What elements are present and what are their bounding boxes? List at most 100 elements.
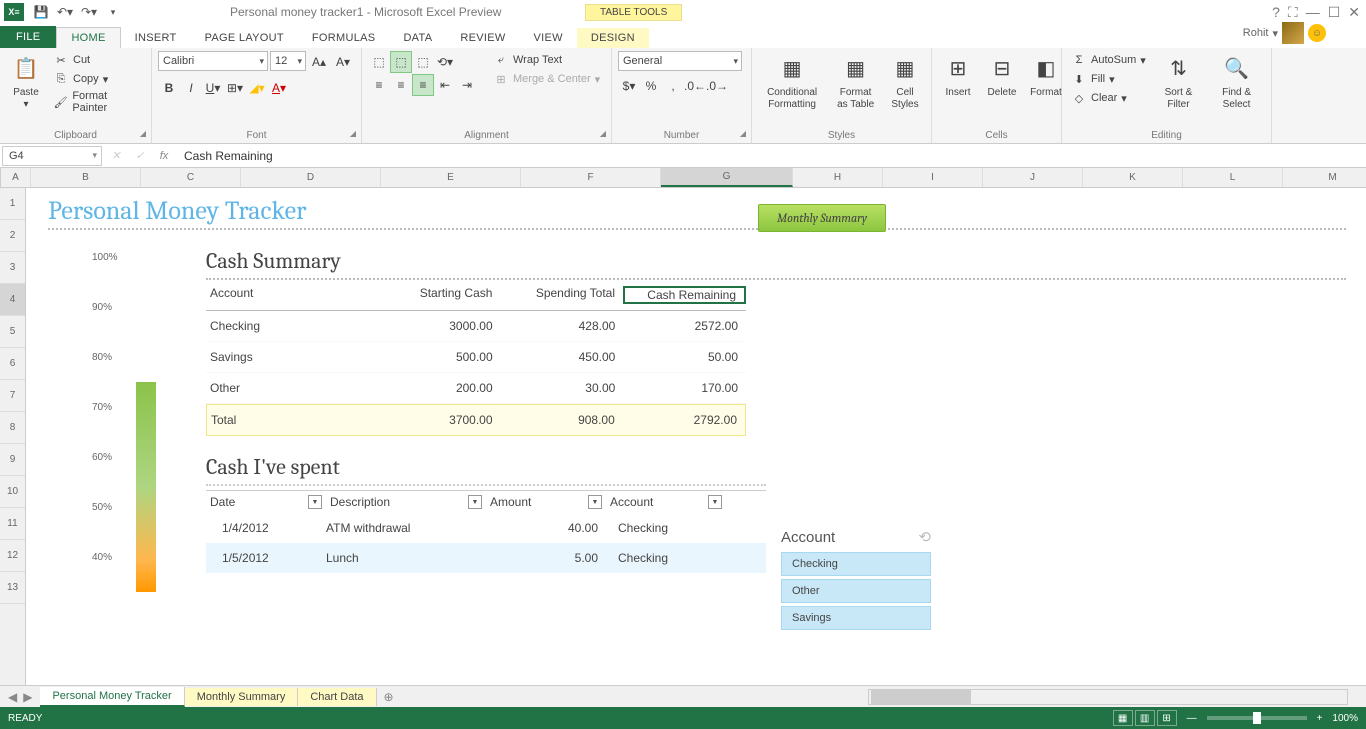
zoom-level[interactable]: 100%	[1332, 713, 1358, 724]
clear-filter-icon[interactable]: ⟲	[918, 528, 931, 546]
increase-decimal-button[interactable]: .0←	[684, 75, 706, 97]
tab-formulas[interactable]: FORMULAS	[298, 28, 390, 48]
fill-color-button[interactable]: ◢▾	[246, 77, 268, 99]
decrease-font-button[interactable]: A▾	[332, 51, 354, 73]
undo-button[interactable]: ↶▾	[54, 1, 76, 23]
align-bottom-button[interactable]: ⬚	[412, 51, 434, 73]
column-header-C[interactable]: C	[141, 168, 241, 187]
close-icon[interactable]: ✕	[1348, 4, 1360, 21]
row-header-11[interactable]: 11	[0, 508, 25, 540]
border-button[interactable]: ⊞▾	[224, 77, 246, 99]
clipboard-dialog-launcher[interactable]: ◢	[137, 129, 149, 141]
filter-button[interactable]: ▼	[468, 495, 482, 509]
delete-cells-button[interactable]: ⊟Delete	[982, 51, 1022, 101]
cell-styles-button[interactable]: ▦Cell Styles	[885, 51, 925, 113]
tab-home[interactable]: HOME	[56, 27, 120, 48]
column-header-K[interactable]: K	[1083, 168, 1183, 187]
fill-button[interactable]: ⬇Fill ▾	[1068, 70, 1149, 88]
increase-font-button[interactable]: A▴	[308, 51, 330, 73]
filter-button[interactable]: ▼	[708, 495, 722, 509]
row-header-13[interactable]: 13	[0, 572, 25, 604]
row-header-3[interactable]: 3	[0, 252, 25, 284]
row-header-8[interactable]: 8	[0, 412, 25, 444]
row-header-1[interactable]: 1	[0, 188, 25, 220]
font-size-combo[interactable]: 12	[270, 51, 306, 71]
user-account[interactable]: Rohit ▾ ☺	[1243, 22, 1326, 44]
insert-cells-button[interactable]: ⊞Insert	[938, 51, 978, 101]
monthly-summary-button[interactable]: Monthly Summary	[758, 204, 886, 232]
scrollbar-thumb[interactable]	[871, 690, 971, 704]
table-row[interactable]: Checking3000.00428.002572.00	[206, 311, 746, 342]
next-sheet-icon[interactable]: ▶	[23, 690, 32, 704]
sheet-tab-monthly-summary[interactable]: Monthly Summary	[185, 688, 299, 706]
sheet-tab-personal-money-tracker[interactable]: Personal Money Tracker	[40, 687, 184, 707]
normal-view-button[interactable]: ▦	[1113, 710, 1133, 726]
column-header-D[interactable]: D	[241, 168, 381, 187]
tab-review[interactable]: REVIEW	[446, 28, 519, 48]
italic-button[interactable]: I	[180, 77, 202, 99]
font-family-combo[interactable]: Calibri	[158, 51, 268, 71]
prev-sheet-icon[interactable]: ◀	[8, 690, 17, 704]
minimize-icon[interactable]: —	[1306, 4, 1320, 20]
zoom-slider[interactable]	[1207, 716, 1307, 720]
zoom-thumb[interactable]	[1253, 712, 1261, 724]
slicer-item-checking[interactable]: Checking	[781, 552, 931, 576]
horizontal-scrollbar[interactable]	[868, 689, 1348, 705]
row-header-10[interactable]: 10	[0, 476, 25, 508]
table-row[interactable]: Savings500.00450.0050.00	[206, 342, 746, 373]
increase-indent-button[interactable]: ⇥	[456, 74, 478, 96]
filter-button[interactable]: ▼	[308, 495, 322, 509]
cancel-formula-icon[interactable]: ✕	[104, 149, 128, 162]
help-icon[interactable]: ?	[1272, 4, 1280, 20]
fx-icon[interactable]: fx	[152, 150, 176, 162]
slicer-item-savings[interactable]: Savings	[781, 606, 931, 630]
font-dialog-launcher[interactable]: ◢	[347, 129, 359, 141]
column-header-M[interactable]: M	[1283, 168, 1366, 187]
table-row[interactable]: 1/4/2012ATM withdrawal40.00Checking	[206, 513, 766, 543]
tab-data[interactable]: DATA	[389, 28, 446, 48]
alignment-dialog-launcher[interactable]: ◢	[597, 129, 609, 141]
row-header-12[interactable]: 12	[0, 540, 25, 572]
number-dialog-launcher[interactable]: ◢	[737, 129, 749, 141]
sheet-nav[interactable]: ◀▶	[0, 690, 40, 704]
row-header-5[interactable]: 5	[0, 316, 25, 348]
tab-design[interactable]: DESIGN	[577, 28, 649, 48]
orientation-button[interactable]: ⟲▾	[434, 51, 456, 73]
column-header-G[interactable]: G	[661, 168, 793, 187]
sheet-tab-chart-data[interactable]: Chart Data	[298, 688, 376, 706]
decrease-indent-button[interactable]: ⇤	[434, 74, 456, 96]
align-right-button[interactable]: ≡	[412, 74, 434, 96]
filter-button[interactable]: ▼	[588, 495, 602, 509]
column-header-J[interactable]: J	[983, 168, 1083, 187]
align-left-button[interactable]: ≡	[368, 74, 390, 96]
row-header-9[interactable]: 9	[0, 444, 25, 476]
sort-filter-button[interactable]: ⇅Sort & Filter	[1153, 51, 1204, 113]
ribbon-options-icon[interactable]: ⛶	[1288, 4, 1298, 21]
add-sheet-button[interactable]: ⊕	[377, 690, 401, 704]
row-header-2[interactable]: 2	[0, 220, 25, 252]
align-center-button[interactable]: ≡	[390, 74, 412, 96]
row-header-7[interactable]: 7	[0, 380, 25, 412]
redo-button[interactable]: ↷▾	[78, 1, 100, 23]
page-layout-view-button[interactable]: ▥	[1135, 710, 1155, 726]
font-color-button[interactable]: A▾	[268, 77, 290, 99]
name-box[interactable]: G4	[2, 146, 102, 166]
align-middle-button[interactable]: ⬚	[390, 51, 412, 73]
percent-button[interactable]: %	[640, 75, 662, 97]
column-header-I[interactable]: I	[883, 168, 983, 187]
merge-center-button[interactable]: ⊞Merge & Center ▾	[490, 70, 603, 88]
bold-button[interactable]: B	[158, 77, 180, 99]
format-cells-button[interactable]: ◧Format	[1026, 51, 1066, 101]
feedback-icon[interactable]: ☺	[1308, 24, 1326, 42]
column-header-H[interactable]: H	[793, 168, 883, 187]
column-header-E[interactable]: E	[381, 168, 521, 187]
currency-button[interactable]: $▾	[618, 75, 640, 97]
table-row[interactable]: 1/5/2012Lunch5.00Checking	[206, 543, 766, 573]
paste-button[interactable]: 📋Paste▾	[6, 51, 46, 113]
column-header-B[interactable]: B	[31, 168, 141, 187]
page-break-view-button[interactable]: ⊞	[1157, 710, 1177, 726]
autosum-button[interactable]: ΣAutoSum ▾	[1068, 51, 1149, 69]
wrap-text-button[interactable]: ⤶Wrap Text	[490, 51, 603, 69]
format-painter-button[interactable]: 🖌Format Painter	[50, 89, 145, 115]
column-header-L[interactable]: L	[1183, 168, 1283, 187]
